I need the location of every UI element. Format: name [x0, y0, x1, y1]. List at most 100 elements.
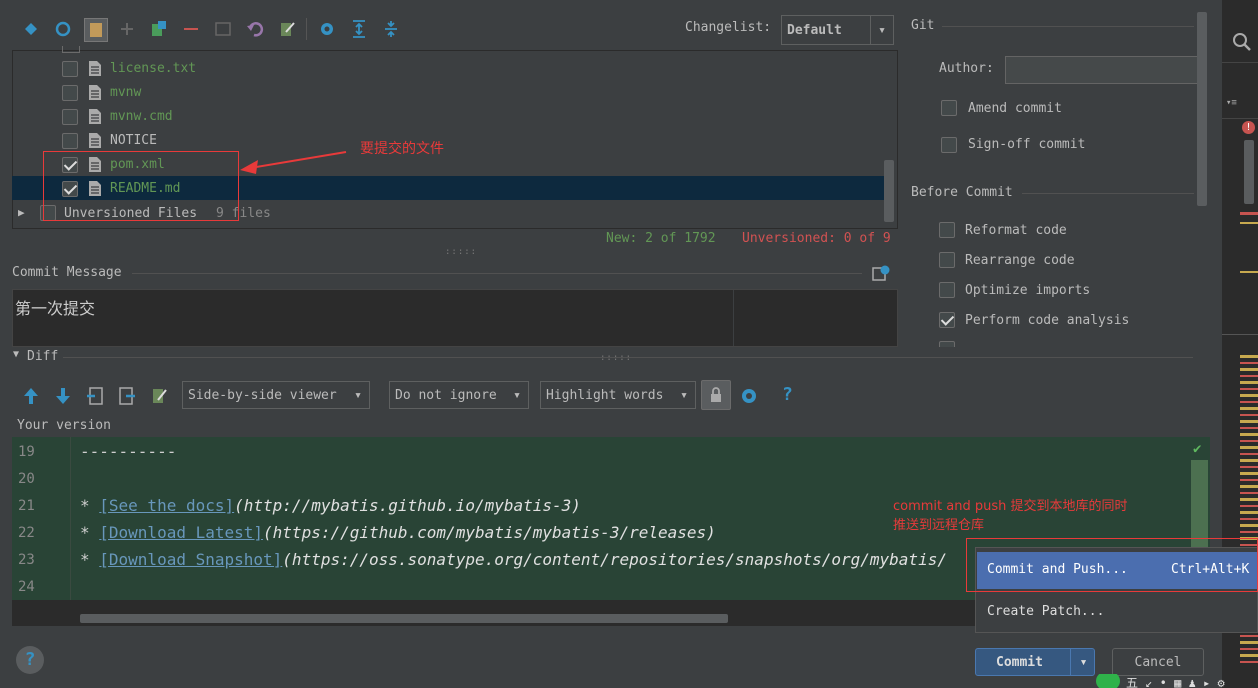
- annotation-arrow-icon: [240, 151, 347, 174]
- code-prefix: *: [80, 523, 100, 542]
- diff-collapse-icon[interactable]: ▼: [13, 349, 19, 360]
- before-commit-title: Before Commit: [911, 185, 1013, 200]
- diff-settings-icon[interactable]: [739, 386, 759, 410]
- line-number: 24: [18, 579, 35, 595]
- file-icon[interactable]: [84, 18, 108, 42]
- plus-icon[interactable]: [116, 18, 138, 40]
- line-number: 19: [18, 444, 35, 460]
- code-url: (https://oss.sonatype.org/content/reposi…: [282, 550, 947, 569]
- edit-source-icon[interactable]: [150, 386, 168, 410]
- check-icon: ✔: [1193, 441, 1202, 457]
- file-row[interactable]: NOTICE: [12, 129, 895, 153]
- code-line: * [Download Snapshot](https://oss.sonaty…: [80, 550, 947, 569]
- ime-toolbar: 五 ↙ • ▦ ♟ ▸ ⚙: [1094, 674, 1258, 688]
- code-prefix: *: [80, 550, 100, 569]
- edit-icon[interactable]: [276, 18, 298, 40]
- commit-message-label: Commit Message: [12, 265, 122, 280]
- collapse-all-icon[interactable]: [380, 18, 402, 40]
- file-name: mvnw.cmd: [110, 109, 173, 124]
- highlight-select[interactable]: Highlight words ▾: [540, 381, 696, 409]
- before-commit-checkbox[interactable]: [939, 282, 955, 298]
- file-name: mvnw: [110, 85, 142, 100]
- diff-help-icon[interactable]: ?: [782, 384, 793, 405]
- pin-icon[interactable]: [20, 18, 42, 40]
- line-number: 20: [18, 471, 35, 487]
- gear-icon[interactable]: [316, 18, 338, 40]
- git-section-title: Git: [911, 18, 935, 33]
- file-checkbox[interactable]: [62, 109, 78, 125]
- splitter-handle[interactable]: :::::: [445, 247, 477, 257]
- chevron-down-icon[interactable]: ▾: [1070, 649, 1096, 675]
- code-link[interactable]: [See the docs]: [99, 496, 234, 515]
- file-checkbox[interactable]: [62, 85, 78, 101]
- chevron-down-icon: ▾: [680, 387, 688, 403]
- prev-file-icon[interactable]: [86, 386, 104, 410]
- code-link[interactable]: [Download Snapshot]: [99, 550, 282, 569]
- code-link[interactable]: [Download Latest]: [99, 523, 263, 542]
- undo-icon[interactable]: [244, 18, 266, 40]
- refresh-icon[interactable]: [52, 18, 74, 40]
- create-patch-label: Create Patch...: [987, 604, 1105, 619]
- changelist-value: Default: [787, 22, 842, 38]
- lock-icon[interactable]: [701, 380, 731, 410]
- file-row[interactable]: license.txt: [12, 57, 895, 81]
- file-checkbox[interactable]: [62, 133, 78, 149]
- push-annotation-line2: 推送到远程仓库: [893, 518, 985, 533]
- menu-item-create-patch[interactable]: Create Patch...: [977, 595, 1258, 629]
- before-commit-checkbox[interactable]: [939, 252, 955, 268]
- file-icon: [88, 84, 102, 101]
- files-annotation: 要提交的文件: [360, 141, 444, 157]
- expand-arrow-icon[interactable]: ▶: [18, 206, 25, 219]
- commit-button[interactable]: Commit ▾: [975, 648, 1095, 676]
- file-checkbox-partial[interactable]: [62, 46, 80, 53]
- viewer-value: Side-by-side viewer: [188, 387, 337, 403]
- cancel-button-label: Cancel: [1134, 654, 1182, 670]
- line-number: 23: [18, 552, 35, 568]
- code-line: ----------: [80, 442, 176, 461]
- prev-change-icon[interactable]: [22, 386, 40, 410]
- help-button[interactable]: ?: [16, 646, 44, 674]
- code-line: * [See the docs](http://mybatis.github.i…: [80, 496, 581, 515]
- error-icon[interactable]: !: [1242, 121, 1255, 134]
- author-label: Author:: [939, 61, 994, 76]
- splitter-handle-2[interactable]: :::::: [600, 353, 632, 363]
- ime-glyphs: 五 ↙ • ▦ ♟ ▸ ⚙: [1126, 676, 1225, 688]
- changelist-select[interactable]: Default ▾: [781, 15, 894, 45]
- code-url: (https://github.com/mybatis/mybatis-3/re…: [263, 523, 716, 542]
- next-change-icon[interactable]: [54, 386, 72, 410]
- commit-message-text: 第一次提交: [15, 299, 96, 318]
- ime-logo-icon: [1096, 674, 1120, 688]
- before-commit-checkbox[interactable]: [939, 312, 955, 328]
- commit-history-icon[interactable]: [872, 264, 890, 282]
- file-name: NOTICE: [110, 133, 157, 148]
- signoff-checkbox[interactable]: [941, 137, 957, 153]
- commit-message-input[interactable]: 第一次提交: [12, 289, 898, 347]
- diff-icon[interactable]: [212, 18, 234, 40]
- diff-title: Diff: [27, 349, 59, 364]
- before-commit-checkbox[interactable]: [939, 222, 955, 238]
- minus-icon[interactable]: [180, 18, 202, 40]
- code-url: (http://mybatis.github.io/mybatis-3): [234, 496, 581, 515]
- amend-checkbox[interactable]: [941, 100, 957, 116]
- author-input[interactable]: [1005, 56, 1200, 84]
- file-row[interactable]: mvnw.cmd: [12, 105, 895, 129]
- right-panel-scrollbar[interactable]: [1197, 12, 1207, 206]
- ignore-select[interactable]: Do not ignore ▾: [389, 381, 529, 409]
- highlight-value: Highlight words: [546, 387, 664, 403]
- signoff-label: Sign-off commit: [968, 137, 1086, 152]
- status-unversioned: Unversioned: 0 of 9: [742, 231, 891, 246]
- next-file-icon[interactable]: [118, 386, 136, 410]
- viewer-select[interactable]: Side-by-side viewer ▾: [182, 381, 370, 409]
- search-icon[interactable]: [1232, 32, 1252, 52]
- move-icon[interactable]: [148, 18, 170, 40]
- file-row[interactable]: mvnw: [12, 81, 895, 105]
- before-commit-label: Optimize imports: [965, 283, 1091, 298]
- cancel-button[interactable]: Cancel: [1112, 648, 1204, 676]
- file-icon: [88, 60, 102, 77]
- amend-label: Amend commit: [968, 101, 1062, 116]
- file-checkbox[interactable]: [62, 61, 78, 77]
- annotation-box-push: [966, 538, 1258, 592]
- expand-all-icon[interactable]: [348, 18, 370, 40]
- gutter: [12, 437, 71, 600]
- horizontal-scrollbar[interactable]: [80, 614, 728, 623]
